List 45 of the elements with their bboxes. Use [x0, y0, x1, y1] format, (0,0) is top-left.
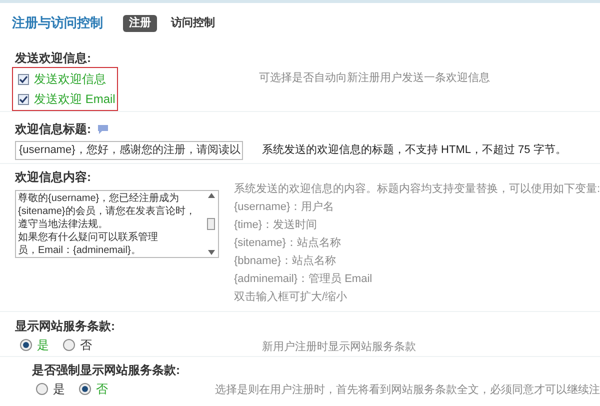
- radio-button[interactable]: [79, 383, 91, 395]
- help-text: {username}：用户名: [234, 200, 336, 214]
- radio-button[interactable]: [36, 383, 48, 395]
- field-label: 是否强制显示网站服务条款:: [32, 362, 181, 379]
- subject-input[interactable]: {username}，您好，感谢您的注册，请阅读以: [15, 141, 243, 160]
- checkbox-label: 发送欢迎信息: [34, 72, 106, 86]
- scrollbar[interactable]: [206, 193, 216, 255]
- scroll-thumb[interactable]: [207, 218, 215, 230]
- textarea-line: {sitename}的会员，请您在发表言论时，: [18, 205, 196, 218]
- help-text: 选择是则在用户注册时，首先将看到网站服务条款全文，必须同意才可以继续注: [215, 382, 600, 398]
- checkbox[interactable]: [18, 94, 29, 104]
- speech-bubble-icon: [97, 124, 109, 134]
- checkbox-label: 发送欢迎 Email: [34, 92, 116, 106]
- field-label: 欢迎信息标题:: [15, 121, 91, 138]
- radio-button[interactable]: [20, 339, 32, 352]
- help-text: 新用户注册时显示网站服务条款: [262, 340, 416, 355]
- help-text: 可选择是否自动向新注册用户发送一条欢迎信息: [259, 70, 490, 86]
- field-label: 显示网站服务条款:: [15, 318, 116, 335]
- textarea-line: 尊敬的{username}，您已经注册成为: [18, 192, 180, 205]
- help-text: {time}：发送时间: [234, 218, 318, 232]
- field-label: 欢迎信息内容:: [15, 169, 92, 186]
- help-text: 系统发送的欢迎信息的内容。标题内容均支持变量替换，可以使用如下变量:: [234, 182, 600, 196]
- textarea-line: 遵守当地法律法规。: [18, 218, 109, 231]
- help-text: 双击输入框可扩大/缩小: [234, 290, 348, 304]
- page-title: 注册与访问控制: [12, 14, 103, 32]
- help-text: {bbname}：站点名称: [234, 254, 338, 268]
- textarea-line: 员，Email：{adminemail}。: [18, 244, 142, 257]
- textarea-line: 如果您有什么疑问可以联系管理: [18, 231, 159, 244]
- radio-button[interactable]: [63, 339, 75, 352]
- radio-label: 是: [53, 381, 65, 398]
- check-icon: [19, 94, 28, 104]
- scroll-up-icon[interactable]: [208, 193, 214, 198]
- scroll-down-icon[interactable]: [208, 250, 214, 255]
- help-text: 系统发送的欢迎信息的标题，不支持 HTML，不超过 75 字节。: [262, 142, 566, 158]
- tab[interactable]: 注册: [123, 14, 157, 32]
- help-text: {sitename}：站点名称: [234, 236, 342, 250]
- check-icon: [19, 74, 28, 84]
- tab[interactable]: 访问控制: [165, 14, 221, 32]
- radio-label: 否: [96, 381, 108, 398]
- field-label: 发送欢迎信息:: [15, 50, 92, 67]
- content-textarea[interactable]: 尊敬的{username}，您已经注册成为 {sitename}的会员，请您在发表言论时， 遵守当地法律法规。 如果您有什么疑问可以联系管理 员，Email：{adminemail}。: [15, 190, 219, 258]
- checkbox[interactable]: [18, 74, 29, 84]
- help-text: {adminemail}：管理员 Email: [234, 272, 374, 286]
- radio-label: 是: [37, 337, 49, 354]
- radio-label: 否: [80, 337, 92, 354]
